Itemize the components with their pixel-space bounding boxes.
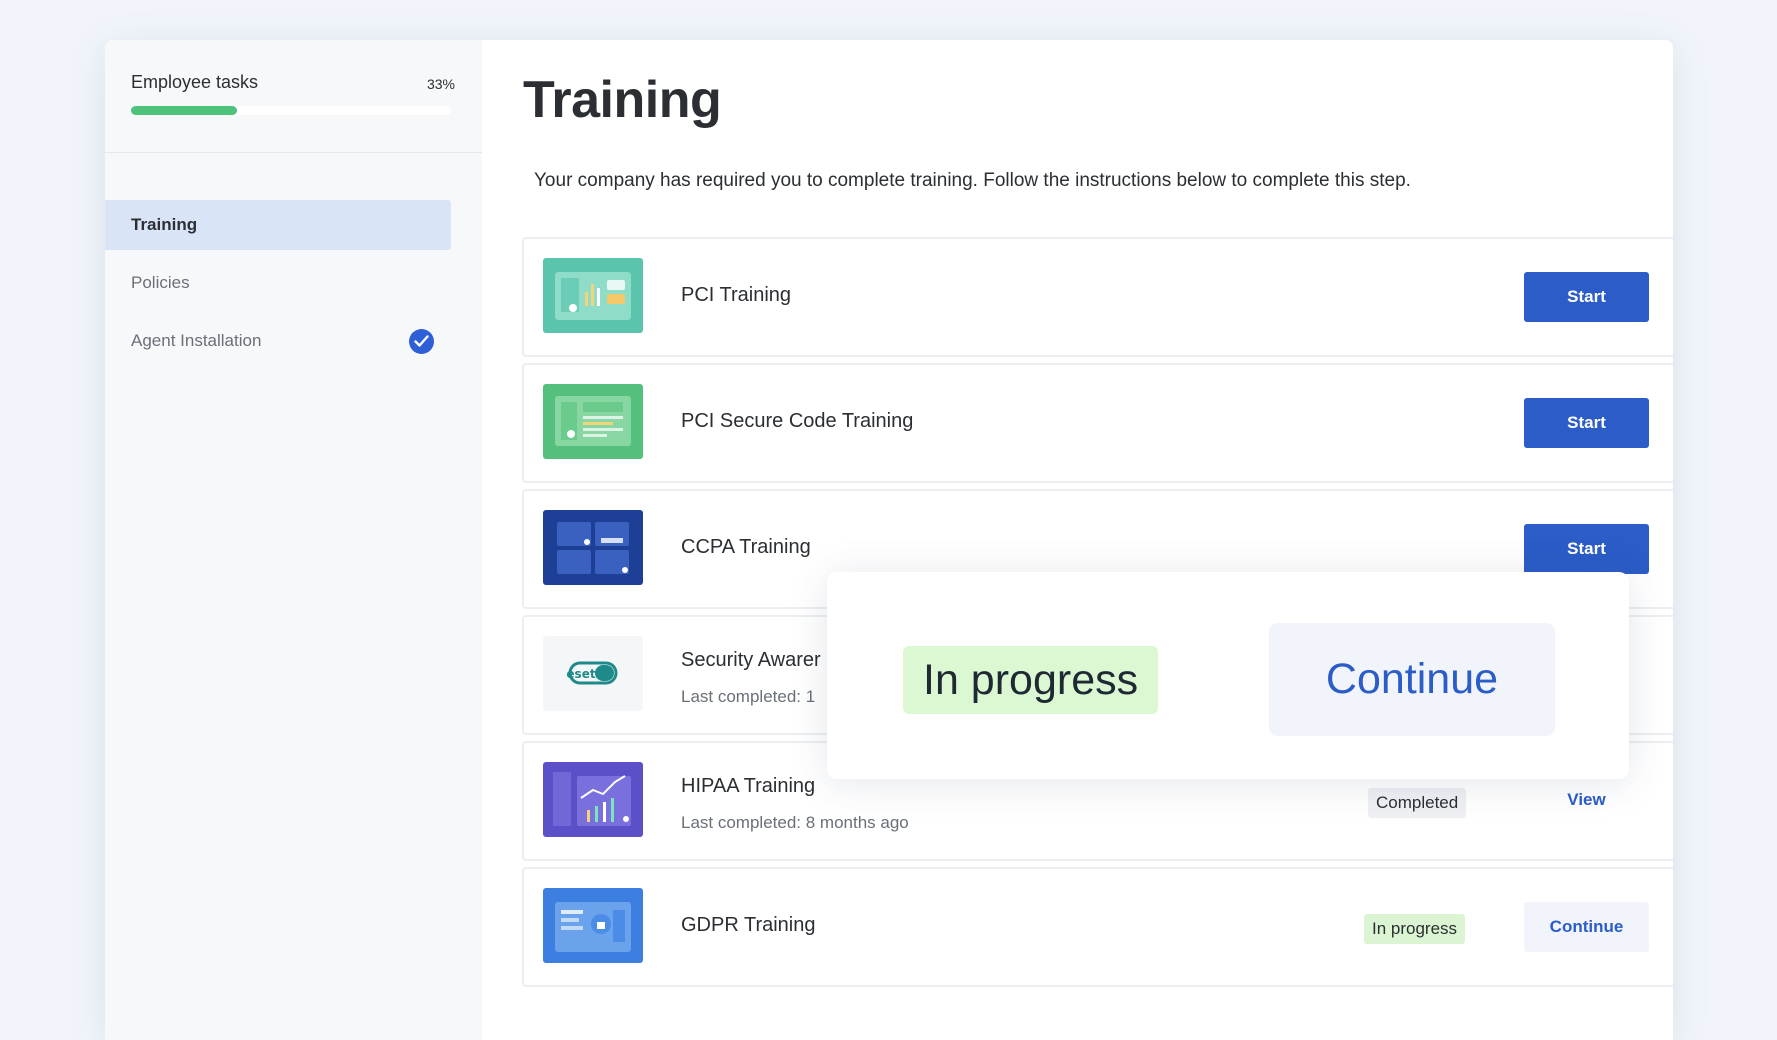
eset-logo: eset bbox=[543, 636, 643, 711]
last-completed-text: Last completed: 8 months ago bbox=[681, 813, 909, 832]
status-badge-completed: Completed bbox=[1368, 788, 1467, 818]
sidebar-item-agent-installation[interactable]: Agent Installation bbox=[105, 316, 451, 366]
start-button[interactable]: Start bbox=[1524, 398, 1649, 448]
employee-tasks-header: Employee tasks 33% bbox=[105, 40, 482, 153]
app-window: Employee tasks 33% Training Policies Age… bbox=[105, 40, 1673, 1040]
status-badge-in-progress-large: In progress bbox=[903, 646, 1159, 714]
training-card-pci[interactable]: PCI Training Start bbox=[522, 237, 1673, 357]
continue-button[interactable]: Continue bbox=[1524, 902, 1649, 952]
pci-training-thumbnail bbox=[543, 258, 643, 333]
continue-button-large[interactable]: Continue bbox=[1269, 623, 1555, 736]
training-title: GDPR Training bbox=[681, 914, 816, 936]
start-button[interactable]: Start bbox=[1524, 272, 1649, 322]
start-button[interactable]: Start bbox=[1524, 524, 1649, 574]
sidebar-item-label: Agent Installation bbox=[131, 331, 262, 350]
main-content: Training Your company has required you t… bbox=[482, 40, 1673, 1040]
training-title: CCPA Training bbox=[681, 536, 811, 558]
gdpr-training-thumbnail bbox=[543, 888, 643, 963]
last-completed-text: Last completed: 1 bbox=[681, 687, 816, 706]
check-circle-icon bbox=[409, 329, 434, 354]
training-title: Security Awarer bbox=[681, 649, 821, 671]
page-subtitle: Your company has required you to complet… bbox=[534, 170, 1411, 191]
training-title: PCI Training bbox=[681, 284, 792, 306]
sidebar-nav: Training Policies Agent Installation bbox=[105, 200, 482, 374]
page-title: Training bbox=[523, 71, 722, 129]
training-card-pci-secure-code[interactable]: PCI Secure Code Training Start bbox=[522, 363, 1673, 483]
eset-logo-text: eset bbox=[566, 667, 595, 681]
sidebar-item-policies[interactable]: Policies bbox=[105, 258, 451, 308]
training-card-gdpr[interactable]: GDPR Training In progress Continue bbox=[522, 867, 1673, 987]
status-callout-popup: In progress Continue bbox=[827, 572, 1629, 779]
employee-tasks-percent: 33% bbox=[426, 76, 455, 92]
progress-bar-fill bbox=[131, 106, 237, 115]
ccpa-training-thumbnail bbox=[543, 510, 643, 585]
employee-tasks-progress-bar bbox=[131, 106, 451, 115]
sidebar-item-label: Training bbox=[131, 215, 198, 234]
status-badge-in-progress: In progress bbox=[1364, 914, 1466, 944]
sidebar-item-label: Policies bbox=[131, 273, 190, 292]
sidebar: Employee tasks 33% Training Policies Age… bbox=[105, 40, 482, 1040]
pci-secure-code-thumbnail bbox=[543, 384, 643, 459]
hipaa-training-thumbnail bbox=[543, 762, 643, 837]
training-title: PCI Secure Code Training bbox=[681, 410, 914, 432]
view-button[interactable]: View bbox=[1524, 775, 1649, 825]
sidebar-item-training[interactable]: Training bbox=[105, 200, 451, 250]
employee-tasks-title: Employee tasks bbox=[131, 72, 259, 92]
training-title: HIPAA Training bbox=[681, 775, 816, 797]
